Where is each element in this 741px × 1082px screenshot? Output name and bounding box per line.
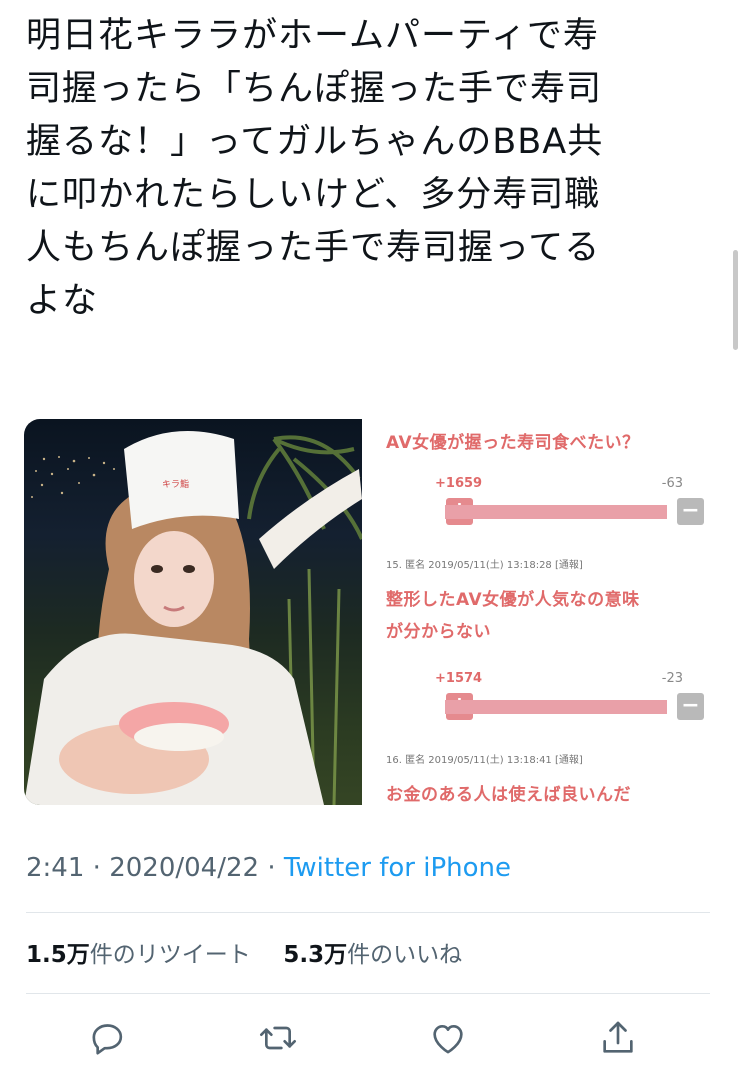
ss-vote-bar-1	[445, 505, 667, 519]
retweet-button[interactable]	[258, 1018, 298, 1058]
tweet-source-link[interactable]: Twitter for iPhone	[284, 853, 511, 883]
reply-button[interactable]	[88, 1018, 128, 1058]
photo-illustration: キラ鮨	[24, 431, 362, 805]
tweet-media[interactable]: キラ鮨 AV女優が握った寿司食べたい？ +1659 -63 + − 15. 匿名…	[24, 419, 713, 805]
share-button[interactable]	[598, 1018, 638, 1058]
likes-count: 5.3万	[283, 942, 348, 968]
ss-minus-button-2: −	[677, 693, 704, 720]
hat-text: キラ鮨	[162, 478, 189, 490]
likes-stat[interactable]: 5.3万件のいいね	[283, 942, 462, 968]
scrollbar[interactable]	[733, 250, 738, 350]
share-icon	[603, 1021, 633, 1053]
ss-comment1-title: AV女優が握った寿司食べたい？	[386, 433, 640, 453]
reply-icon	[92, 1024, 123, 1055]
meta-separator: ·	[92, 853, 101, 883]
media-screenshot: AV女優が握った寿司食べたい？ +1659 -63 + − 15. 匿名 201…	[362, 419, 713, 805]
ss-minus-button-1: −	[677, 498, 704, 525]
tweet-time[interactable]: 2:41	[26, 853, 84, 883]
media-photo[interactable]: キラ鮨	[24, 419, 362, 805]
divider	[26, 993, 710, 994]
retweets-stat[interactable]: 1.5万件のリツイート	[26, 942, 251, 968]
ss-comment1-plus-count: +1659	[435, 476, 483, 491]
retweets-count: 1.5万	[26, 942, 90, 968]
retweet-icon	[260, 1026, 296, 1050]
ss-meta-16: 16. 匿名 2019/05/11(土) 13:18:41 [通報]	[386, 755, 583, 766]
tweet-meta: 2:41 · 2020/04/22 · Twitter for iPhone	[26, 853, 511, 883]
likes-label: 件のいいね	[347, 942, 463, 968]
ss-comment2-plus-count: +1574	[435, 671, 483, 686]
tweet-stats: 1.5万件のリツイート 5.3万件のいいね	[26, 935, 462, 969]
ss-comment2-title-line1: 整形したAV女優が人気なの意味	[386, 590, 640, 610]
divider	[26, 912, 710, 913]
tweet-date[interactable]: 2020/04/22	[109, 853, 259, 883]
ss-meta-15: 15. 匿名 2019/05/11(土) 13:18:28 [通報]	[386, 560, 583, 571]
like-icon	[433, 1025, 463, 1054]
meta-separator: ·	[267, 853, 276, 883]
retweets-label: 件のリツイート	[89, 942, 251, 968]
ss-comment2-minus-count: -23	[661, 671, 683, 686]
ss-comment2-title-line2: が分からない	[386, 622, 491, 642]
ss-vote-bar-2	[445, 700, 667, 714]
like-button[interactable]	[428, 1018, 468, 1058]
ss-comment1-minus-count: -63	[661, 476, 683, 491]
ss-comment3-title: お金のある人は使えば良いんだ	[386, 785, 631, 805]
tweet-text: 明日花キララがホームパーティで寿 司握ったら「ちんぽ握った手で寿司 握るな！」っ…	[26, 16, 604, 321]
